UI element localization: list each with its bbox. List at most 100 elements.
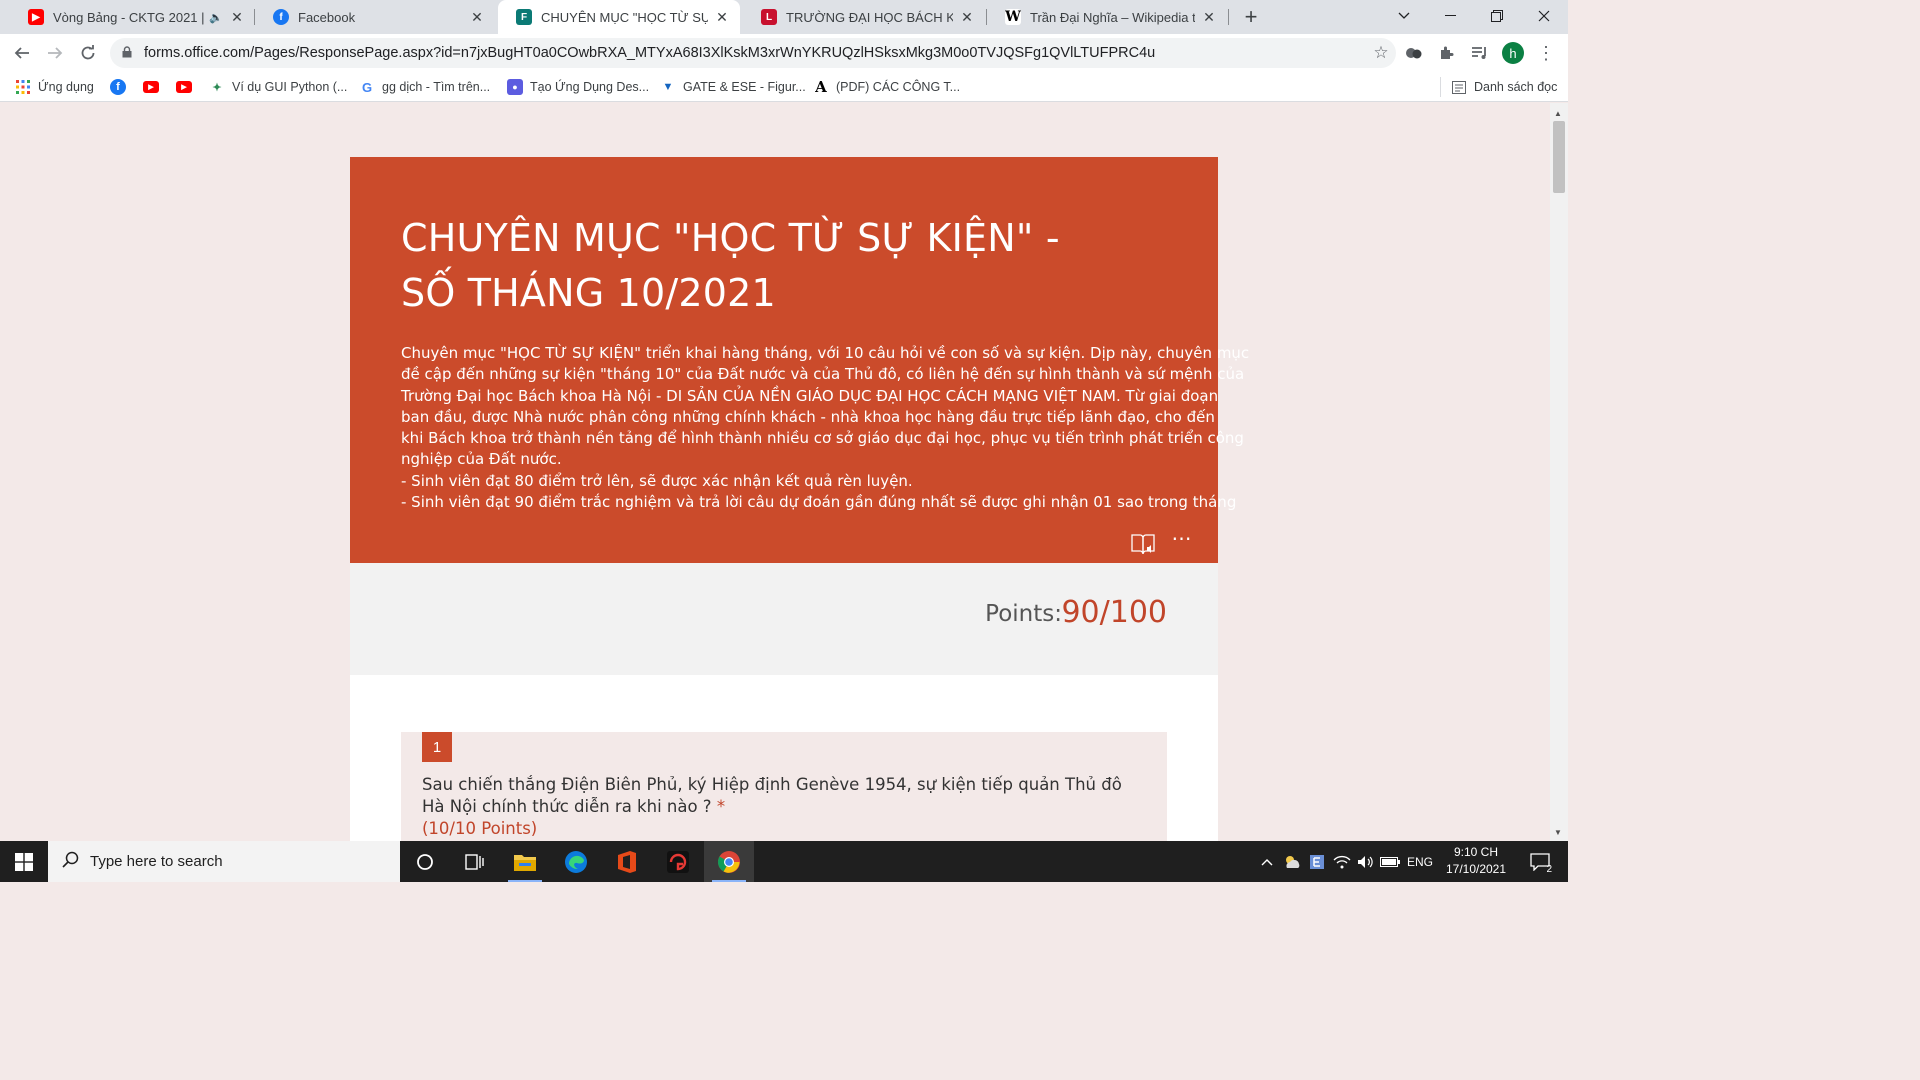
start-button[interactable] [0,841,48,882]
question-number-badge: 1 [422,732,452,762]
file-explorer-button[interactable] [500,841,550,882]
bookmark-facebook[interactable]: f [110,77,133,97]
close-icon [1538,10,1550,22]
url-text[interactable]: forms.office.com/Pages/ResponsePage.aspx… [144,45,1366,61]
browser-tab-hust[interactable]: L TRƯỜNG ĐẠI HỌC BÁCH KHOA H ✕ [743,0,985,34]
clock-date: 17/10/2021 [1445,862,1507,876]
extension-icon[interactable] [1403,42,1425,64]
page-scrollbar[interactable]: ▲ ▼ [1550,103,1568,841]
tab-divider [1228,9,1229,25]
tab-title: Facebook [298,9,356,25]
cortana-icon [417,853,433,870]
more-options-icon[interactable]: ⋯ [1170,529,1194,553]
new-tab-button[interactable]: + [1238,4,1264,30]
minimize-icon [1444,15,1456,16]
weather-tray-icon[interactable] [1280,841,1304,882]
academia-icon: A [815,78,827,96]
tab-close-icon[interactable]: ✕ [714,9,730,26]
question-points: (10/10 Points) [422,819,538,838]
media-control-icon[interactable] [1469,42,1491,64]
browser-menu-icon[interactable]: ⋮ [1535,42,1557,64]
scroll-up-icon[interactable]: ▲ [1554,109,1562,118]
question-card: 1 Sau chiến thắng Điện Biên Phủ, ký Hiệp… [401,732,1167,841]
cortana-button[interactable] [400,841,450,882]
garena-button[interactable] [653,841,703,882]
browser-tab-youtube[interactable]: ▶ Vòng Bảng - CKTG 2021 | Ng 🔈 ✕ [10,0,255,34]
volume-icon[interactable] [1354,841,1378,882]
bookmark-gui-python[interactable]: ✦ Ví dụ GUI Python (... [209,77,347,97]
bookmark-google-translate[interactable]: G gg dịch - Tìm trên... [359,77,490,97]
description-line: khi Bách khoa trở thành nền tảng để hình… [401,429,1244,448]
wifi-icon[interactable] [1330,841,1354,882]
forms-icon: F [516,9,532,25]
description-line: Chuyên mục "HỌC TỪ SỰ KIỆN" triển khai h… [401,344,1250,362]
question-text: Sau chiến thắng Điện Biên Phủ, ký Hiệp đ… [422,774,1142,818]
language-indicator[interactable]: ENG [1402,841,1438,882]
reload-icon [81,45,95,60]
garena-icon [667,850,689,873]
bookmark-label: Tạo Ứng Dụng Des... [530,80,650,94]
youtube-icon: ▶ [143,81,159,93]
forward-button[interactable] [42,40,68,66]
task-view-icon [465,853,484,870]
browser-tab-wikipedia[interactable]: W Trần Đại Nghĩa – Wikipedia tiếng ✕ [987,0,1227,34]
tab-close-icon[interactable]: ✕ [1201,9,1217,26]
lock-icon[interactable] [122,45,136,61]
youtube-icon: ▶ [28,9,44,25]
show-hidden-icons-button[interactable] [1256,841,1278,882]
tab-close-icon[interactable]: ✕ [469,9,485,26]
immersive-reader-icon[interactable] [1131,533,1157,555]
address-bar[interactable]: forms.office.com/Pages/ResponsePage.aspx… [110,38,1396,68]
bookmark-label: Ứng dụng [38,80,94,94]
description-line: đề cập đến những sự kiện "tháng 10" của … [401,365,1245,384]
reading-list-button[interactable]: Danh sách đọc [1440,77,1557,97]
reading-list-label: Danh sách đọc [1474,80,1558,94]
score-summary: Points: 90/100 [350,563,1218,675]
description-line: - Sinh viên đạt 90 điểm trắc nghiệm và t… [401,493,1237,512]
scroll-down-icon[interactable]: ▼ [1554,828,1562,837]
taskbar-clock[interactable]: 9:10 CH 17/10/2021 [1436,844,1516,878]
facebook-icon: f [110,79,126,95]
chrome-icon [718,850,740,873]
audio-playing-icon[interactable]: 🔈 [209,11,223,24]
action-center-button[interactable]: 2 [1520,841,1560,882]
chrome-button[interactable] [704,841,754,882]
reload-button[interactable] [75,40,101,66]
app-tray-icon[interactable] [1306,841,1328,882]
minimize-button[interactable] [1427,0,1473,32]
tab-close-icon[interactable]: ✕ [229,9,245,26]
browser-tab-forms[interactable]: F CHUYÊN MỤC "HỌC TỪ SỰ KIỆN ✕ [498,0,740,34]
description-line: Trường Đại học Bách khoa Hà Nội - DI SẢN… [401,386,1219,405]
profile-avatar[interactable]: h [1502,42,1524,64]
battery-icon[interactable] [1378,841,1402,882]
tab-close-icon[interactable]: ✕ [959,9,975,26]
bookmark-youtube[interactable]: ▶ [143,77,166,97]
taskbar-search-box[interactable]: Type here to search [48,841,400,882]
extensions-puzzle-icon[interactable] [1436,42,1458,64]
points-label: Points: [985,601,1062,627]
bookmark-apps[interactable]: Ứng dụng [15,77,94,97]
office-button[interactable] [602,841,652,882]
task-view-button[interactable] [450,841,500,882]
browser-tab-facebook[interactable]: f Facebook ✕ [255,0,495,34]
scrollbar-thumb[interactable] [1553,121,1565,193]
back-button[interactable] [9,40,35,66]
close-window-button[interactable] [1521,0,1567,32]
description-line: - Sinh viên đạt 80 điểm trở lên, sẽ được… [401,471,913,490]
edge-button[interactable] [551,841,601,882]
bookmark-app-design[interactable]: ● Tạo Ứng Dụng Des... [507,77,649,97]
search-icon [62,851,82,873]
bookmark-star-icon[interactable]: ☆ [1366,43,1396,63]
restore-icon [1491,10,1503,22]
bookmark-youtube-2[interactable]: ▶ [176,77,199,97]
restore-button[interactable] [1474,0,1520,32]
question-prompt: Sau chiến thắng Điện Biên Phủ, ký Hiệp đ… [422,775,1122,816]
tab-title: Vòng Bảng - CKTG 2021 | Ng [53,9,205,25]
form-description: Chuyên mục "HỌC TỪ SỰ KIỆN" triển khai h… [401,343,1250,513]
bookmark-gate-ese[interactable]: ▼ GATE & ESE - Figur... [660,77,806,97]
bookmark-pdf[interactable]: A (PDF) CÁC CÔNG T... [813,77,960,97]
required-asterisk: * [716,797,726,816]
form-header: CHUYÊN MỤC "HỌC TỪ SỰ KIỆN" - SỐ THÁNG 1… [350,157,1250,563]
office-icon [618,850,636,873]
tab-search-button[interactable] [1381,0,1427,32]
